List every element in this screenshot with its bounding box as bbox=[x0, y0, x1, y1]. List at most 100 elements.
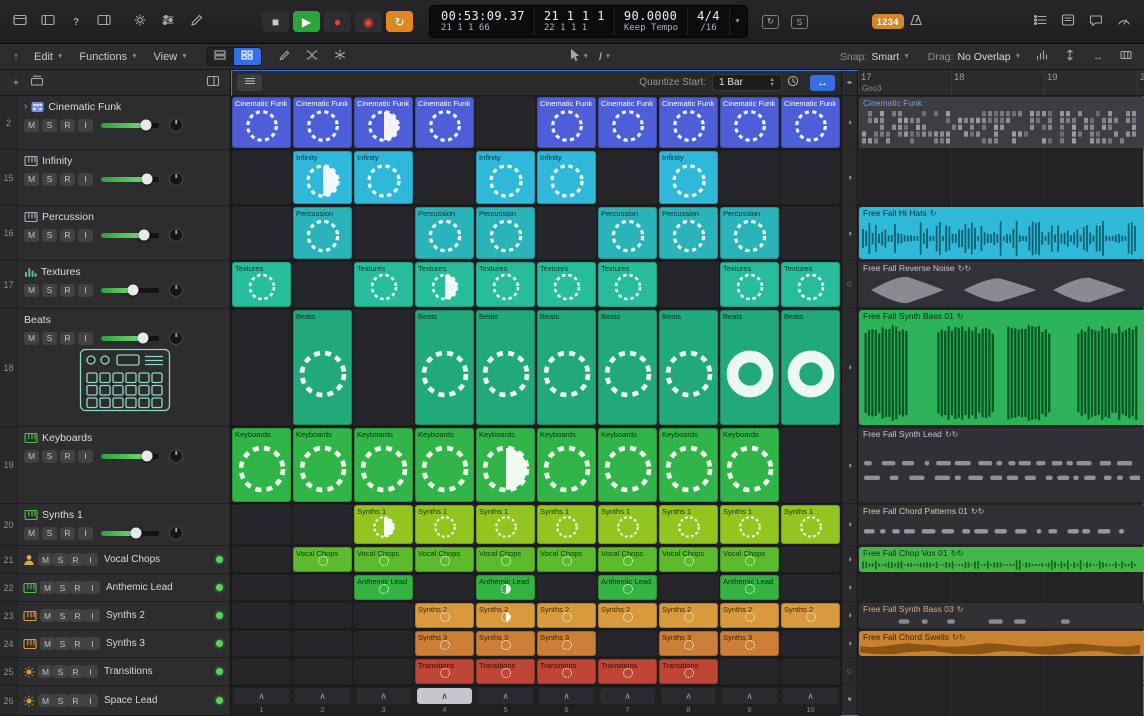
smart-controls-button[interactable] bbox=[156, 11, 180, 33]
collapse-button[interactable]: ↑ bbox=[6, 48, 26, 66]
pencil-button[interactable] bbox=[184, 11, 208, 33]
empty-cell[interactable] bbox=[476, 97, 535, 148]
solo-button[interactable]: S bbox=[42, 332, 57, 345]
row-action-button[interactable]: ◑ bbox=[847, 363, 852, 372]
empty-cell[interactable] bbox=[598, 631, 657, 656]
draw-button[interactable] bbox=[272, 46, 296, 68]
scene-trigger[interactable]: ∧9 bbox=[720, 686, 779, 716]
tracks-view-button[interactable] bbox=[207, 48, 234, 65]
loop-cell[interactable]: Synths 2 bbox=[415, 603, 474, 628]
scene-trigger[interactable]: ∧5 bbox=[476, 686, 535, 716]
hzoom-button[interactable]: ↔ bbox=[1086, 46, 1110, 68]
drag-menu[interactable]: Drag: No Overlap ▼ bbox=[928, 51, 1021, 63]
loop-cell[interactable]: Synths 1 bbox=[476, 505, 535, 544]
loop-cell[interactable]: Synths 3 bbox=[476, 631, 535, 656]
disclosure-icon[interactable]: › bbox=[24, 102, 27, 112]
audio-region[interactable]: Free Fall Chop Vox 01↻↻ bbox=[859, 547, 1144, 572]
volume-slider[interactable] bbox=[101, 336, 159, 341]
loop-cell[interactable]: Transitions bbox=[659, 659, 718, 684]
loop-cell[interactable]: Textures bbox=[232, 262, 291, 307]
quantize-select[interactable]: 1 Bar ▲▼ bbox=[712, 74, 782, 91]
empty-cell[interactable] bbox=[232, 631, 291, 656]
loop-cell[interactable]: Textures bbox=[537, 262, 596, 307]
track-header[interactable]: 23MSRISynths 2 bbox=[0, 602, 230, 630]
record-enable-button[interactable]: R bbox=[68, 553, 83, 566]
replace-button[interactable]: ↻ bbox=[758, 11, 783, 33]
loop-cell[interactable]: Vocal Chops bbox=[293, 547, 352, 572]
loop-cell[interactable]: Vocal Chops bbox=[415, 547, 474, 572]
quick-help-button[interactable]: ? bbox=[64, 11, 88, 33]
track-header[interactable]: 25MSRITransitions bbox=[0, 658, 230, 686]
loop-cell[interactable]: Anthemic Lead bbox=[598, 575, 657, 600]
loop-cell[interactable]: Infinity bbox=[659, 151, 718, 204]
timeline-track-lane[interactable] bbox=[858, 686, 1144, 716]
empty-cell[interactable] bbox=[781, 428, 840, 502]
loop-cell[interactable]: Keyboards bbox=[720, 428, 779, 502]
loop-cell[interactable]: Percussion bbox=[476, 207, 535, 259]
scene-trigger[interactable]: ∧10 bbox=[781, 686, 840, 716]
mute-button[interactable]: M bbox=[38, 553, 53, 566]
scene-trigger[interactable]: ∧3 bbox=[354, 686, 413, 716]
empty-cell[interactable] bbox=[354, 631, 413, 656]
record-enable-button[interactable]: R bbox=[60, 119, 75, 132]
row-action-button[interactable]: ◑ bbox=[847, 520, 852, 529]
solo-button[interactable]: S bbox=[53, 665, 68, 678]
loop-cell[interactable]: Transitions bbox=[598, 659, 657, 684]
solo-button[interactable]: S bbox=[42, 450, 57, 463]
empty-cell[interactable] bbox=[415, 151, 474, 204]
audio-region[interactable]: Free Fall Reverse Noise↻↻ bbox=[859, 262, 1144, 307]
timeline-track-lane[interactable]: Cinematic Funk bbox=[858, 96, 1144, 150]
empty-cell[interactable] bbox=[659, 575, 718, 600]
header-options-button[interactable] bbox=[202, 74, 224, 92]
solo-button[interactable]: S bbox=[42, 229, 57, 242]
loop-cell[interactable]: Infinity bbox=[354, 151, 413, 204]
loop-cell[interactable]: Cinematic Funk bbox=[354, 97, 413, 148]
empty-cell[interactable] bbox=[659, 262, 718, 307]
mute-button[interactable]: M bbox=[24, 332, 39, 345]
solo-button[interactable]: S bbox=[42, 284, 57, 297]
input-monitor-button[interactable]: I bbox=[85, 609, 100, 622]
input-monitor-button[interactable]: I bbox=[78, 173, 93, 186]
loop-cell[interactable]: Cinematic Funk bbox=[232, 97, 291, 148]
timeline-track-lane[interactable]: Free Fall Chop Vox 01↻↻ bbox=[858, 546, 1144, 574]
loop-cell[interactable]: Percussion bbox=[598, 207, 657, 259]
bar-ruler[interactable]: 17181920Gno3 bbox=[858, 70, 1144, 96]
split-button[interactable] bbox=[328, 46, 352, 68]
row-action-button[interactable]: ◑ bbox=[847, 461, 852, 470]
scene-row-button[interactable]: ■ bbox=[848, 696, 852, 705]
loop-cell[interactable]: Keyboards bbox=[354, 428, 413, 502]
track-header[interactable]: 17TexturesMSRI bbox=[0, 261, 230, 309]
track-header[interactable]: 18BeatsMSRI bbox=[0, 309, 230, 427]
record-enable-button[interactable]: R bbox=[60, 229, 75, 242]
empty-cell[interactable] bbox=[781, 547, 840, 572]
track-header[interactable]: 24MSRISynths 3 bbox=[0, 630, 230, 658]
loop-cell[interactable]: Beats bbox=[537, 310, 596, 425]
row-action-button[interactable]: ○ bbox=[847, 280, 852, 289]
empty-cell[interactable] bbox=[598, 151, 657, 204]
solo-button[interactable]: S bbox=[55, 581, 70, 594]
loop-cell[interactable]: Cinematic Funk bbox=[720, 97, 779, 148]
loop-cell[interactable]: Cinematic Funk bbox=[415, 97, 474, 148]
stop-button[interactable]: ■ bbox=[262, 11, 289, 32]
mute-button[interactable]: M bbox=[40, 637, 55, 650]
loop-cell[interactable]: Textures bbox=[720, 262, 779, 307]
loop-cell[interactable]: Transitions bbox=[476, 659, 535, 684]
loop-cell[interactable]: Beats bbox=[659, 310, 718, 425]
chat-button[interactable] bbox=[1084, 11, 1108, 33]
record-enable-button[interactable]: R bbox=[70, 637, 85, 650]
audio-region[interactable]: Free Fall Synth Bass 01↻ bbox=[859, 310, 1144, 425]
count-in-badge[interactable]: 1234 bbox=[872, 14, 904, 29]
waveform-vzoom-button[interactable] bbox=[1030, 46, 1054, 68]
track-header[interactable]: 26MSRISpace Lead bbox=[0, 686, 230, 716]
loop-cell[interactable]: Synths 3 bbox=[415, 631, 474, 656]
solo-mode-button[interactable]: S bbox=[787, 11, 812, 33]
loop-cell[interactable]: Textures bbox=[781, 262, 840, 307]
solo-button[interactable]: S bbox=[42, 173, 57, 186]
empty-cell[interactable] bbox=[232, 207, 291, 259]
toolbar-toggle-button[interactable] bbox=[8, 11, 32, 33]
input-monitor-button[interactable]: I bbox=[78, 332, 93, 345]
pan-knob[interactable] bbox=[169, 526, 183, 540]
loop-cell[interactable]: Synths 1 bbox=[720, 505, 779, 544]
loop-cell[interactable]: Synths 1 bbox=[537, 505, 596, 544]
empty-cell[interactable] bbox=[293, 505, 352, 544]
